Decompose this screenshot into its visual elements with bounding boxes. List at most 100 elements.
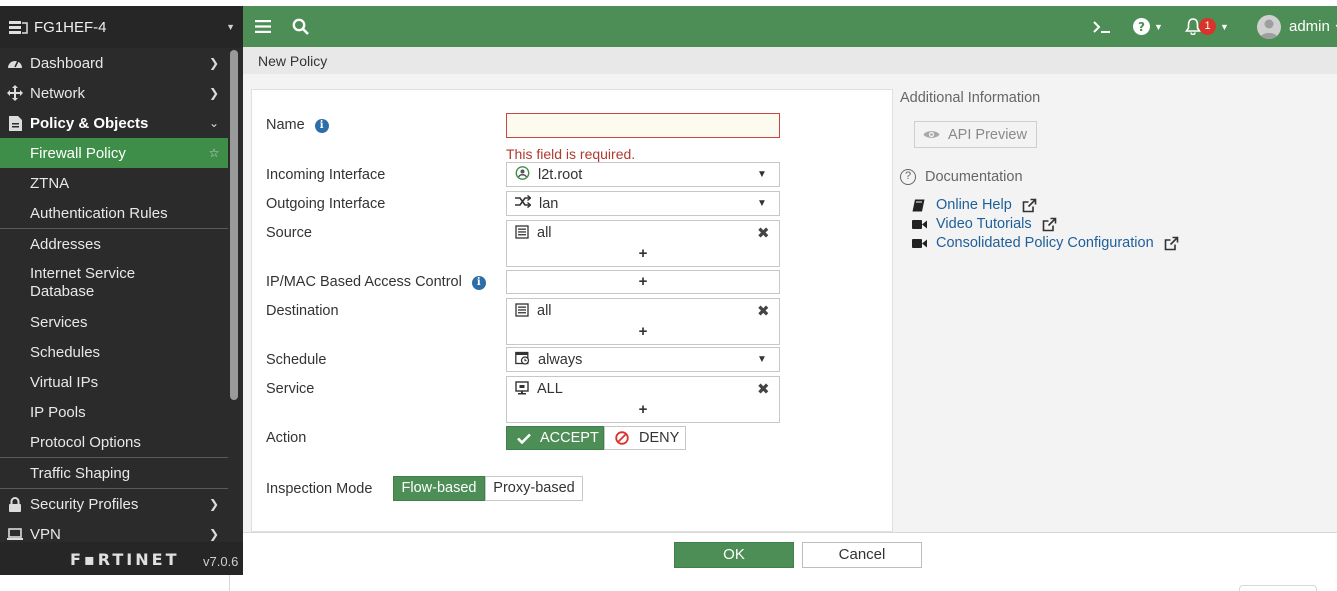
sidebar-item-authentication-rules[interactable]: Authentication Rules [0, 198, 228, 228]
sidebar-scrollbar[interactable] [230, 50, 238, 400]
source-field[interactable]: all ✖ + [506, 220, 780, 267]
external-link-icon [1042, 217, 1057, 232]
additional-info-title: Additional Information [900, 90, 1041, 106]
sidebar-item-virtual-ips[interactable]: Virtual IPs [0, 367, 228, 397]
add-destination-button[interactable]: + [507, 323, 779, 343]
sidebar-item-firewall-policy[interactable]: Firewall Policy ☆ [0, 138, 228, 168]
svg-text:?: ? [1138, 20, 1145, 34]
address-icon [515, 224, 529, 242]
consolidated-policy-link[interactable]: Consolidated Policy Configuration [912, 235, 1179, 251]
deny-button[interactable]: DENY [604, 426, 686, 450]
inspection-mode-label: Inspection Mode [266, 481, 373, 497]
info-icon[interactable]: i [471, 276, 486, 290]
schedule-select[interactable]: always ▼ [506, 347, 780, 372]
incoming-interface-label: Incoming Interface [266, 167, 386, 183]
schedule-value: always [538, 351, 583, 368]
star-icon[interactable]: ☆ [200, 146, 228, 160]
api-preview-label: API Preview [948, 126, 1027, 143]
divider [229, 575, 230, 591]
sidebar-item-internet-service-database[interactable]: Internet Service Database [0, 259, 228, 307]
incoming-interface-select[interactable]: l2t.root ▼ [506, 162, 780, 187]
search-icon[interactable] [292, 6, 309, 47]
info-icon[interactable]: i [314, 119, 329, 133]
question-icon: ? [900, 169, 916, 185]
video-camera-icon [912, 238, 936, 249]
sidebar-item-label: Network [30, 84, 86, 102]
cli-console-icon[interactable] [1093, 6, 1111, 47]
sidebar-item-label: Authentication Rules [30, 204, 168, 222]
dropdown-arrow-icon: ▼ [757, 354, 767, 365]
chevron-right-icon: ❯ [208, 56, 220, 70]
username: admin [1289, 18, 1330, 35]
add-service-button[interactable]: + [507, 401, 779, 421]
sidebar-item-label: IP Pools [30, 403, 86, 421]
outgoing-interface-value: lan [539, 195, 559, 212]
sidebar-item-label: Services [30, 313, 88, 331]
sidebar-item-ip-pools[interactable]: IP Pools [0, 397, 228, 427]
cancel-button[interactable]: Cancel [802, 542, 922, 568]
sidebar-item-network[interactable]: Network ❯ [0, 78, 228, 108]
api-preview-button[interactable]: API Preview [914, 121, 1037, 148]
device-name: FG1HEF-4 [34, 18, 107, 36]
ipmac-label-row: IP/MAC Based Access Control i [266, 274, 486, 290]
device-icon [9, 20, 28, 35]
destination-label: Destination [266, 303, 339, 319]
accept-button[interactable]: ACCEPT [506, 426, 604, 450]
dropdown-arrow-icon: ▼ [757, 198, 767, 209]
sidebar-item-schedules[interactable]: Schedules [0, 337, 228, 367]
add-source-button[interactable]: + [507, 245, 779, 265]
video-camera-icon [912, 219, 936, 230]
flow-based-button[interactable]: Flow-based [393, 476, 485, 501]
book-icon [912, 199, 936, 212]
sidebar-item-ztna[interactable]: ZTNA [0, 168, 228, 198]
sidebar-item-services[interactable]: Services [0, 307, 228, 337]
network-icon [0, 85, 30, 101]
schedule-icon [515, 351, 530, 369]
remove-icon[interactable]: ✖ [757, 380, 779, 398]
sidebar-item-security-profiles[interactable]: Security Profiles ❯ [0, 489, 228, 519]
form-footer: OK Cancel [243, 532, 1337, 575]
user-menu[interactable]: admin ▼ [1257, 6, 1337, 47]
accept-label: ACCEPT [540, 430, 599, 446]
sidebar-item-protocol-options[interactable]: Protocol Options [0, 427, 228, 457]
sidebar-item-dashboard[interactable]: Dashboard ❯ [0, 48, 228, 78]
external-link-icon [1022, 198, 1037, 213]
service-label: Service [266, 381, 315, 397]
device-selector[interactable]: FG1HEF-4 ▼ [0, 6, 243, 48]
notifications-menu[interactable]: 1 ▼ [1185, 6, 1229, 47]
help-menu[interactable]: ? ▼ [1133, 6, 1163, 47]
help-icon: ? [1133, 18, 1150, 35]
proxy-based-button[interactable]: Proxy-based [485, 476, 583, 501]
remove-icon[interactable]: ✖ [757, 224, 779, 242]
outgoing-interface-select[interactable]: lan ▼ [506, 191, 780, 216]
service-field[interactable]: ALL ✖ + [506, 376, 780, 423]
caret-down-icon: ▼ [1220, 21, 1229, 32]
online-help-link[interactable]: Online Help [912, 197, 1037, 213]
policy-icon [0, 115, 30, 131]
ok-button[interactable]: OK [674, 542, 794, 568]
add-ipmac-button[interactable]: + [506, 270, 780, 294]
sidebar-item-label: ZTNA [30, 174, 70, 192]
dropdown-arrow-icon: ▼ [757, 169, 767, 180]
deny-icon [615, 431, 629, 445]
notification-badge: 1 [1199, 18, 1216, 35]
sidebar-item-traffic-shaping[interactable]: Traffic Shaping [0, 458, 228, 488]
video-tutorials-link[interactable]: Video Tutorials [912, 216, 1057, 232]
remove-icon[interactable]: ✖ [757, 302, 779, 320]
sidebar-item-addresses[interactable]: Addresses [0, 229, 228, 259]
sidebar-item-label: Firewall Policy [30, 144, 126, 162]
name-input[interactable] [506, 113, 780, 138]
documentation-label: Documentation [925, 169, 1023, 185]
ipmac-label: IP/MAC Based Access Control [266, 274, 462, 290]
sidebar-item-label: Security Profiles [30, 495, 139, 513]
sidebar-item-label: Dashboard [30, 54, 104, 72]
menu-icon[interactable] [255, 6, 271, 47]
sidebar-item-label: Policy & Objects [30, 114, 149, 132]
destination-field[interactable]: all ✖ + [506, 298, 780, 345]
eye-icon [923, 129, 940, 140]
name-label: Name [266, 117, 305, 133]
breadcrumb: New Policy [243, 47, 1337, 74]
sidebar-item-policy-objects[interactable]: Policy & Objects ⌄ [0, 108, 228, 138]
chevron-right-icon: ❯ [208, 497, 220, 511]
sidebar-item-label: Virtual IPs [30, 373, 99, 391]
